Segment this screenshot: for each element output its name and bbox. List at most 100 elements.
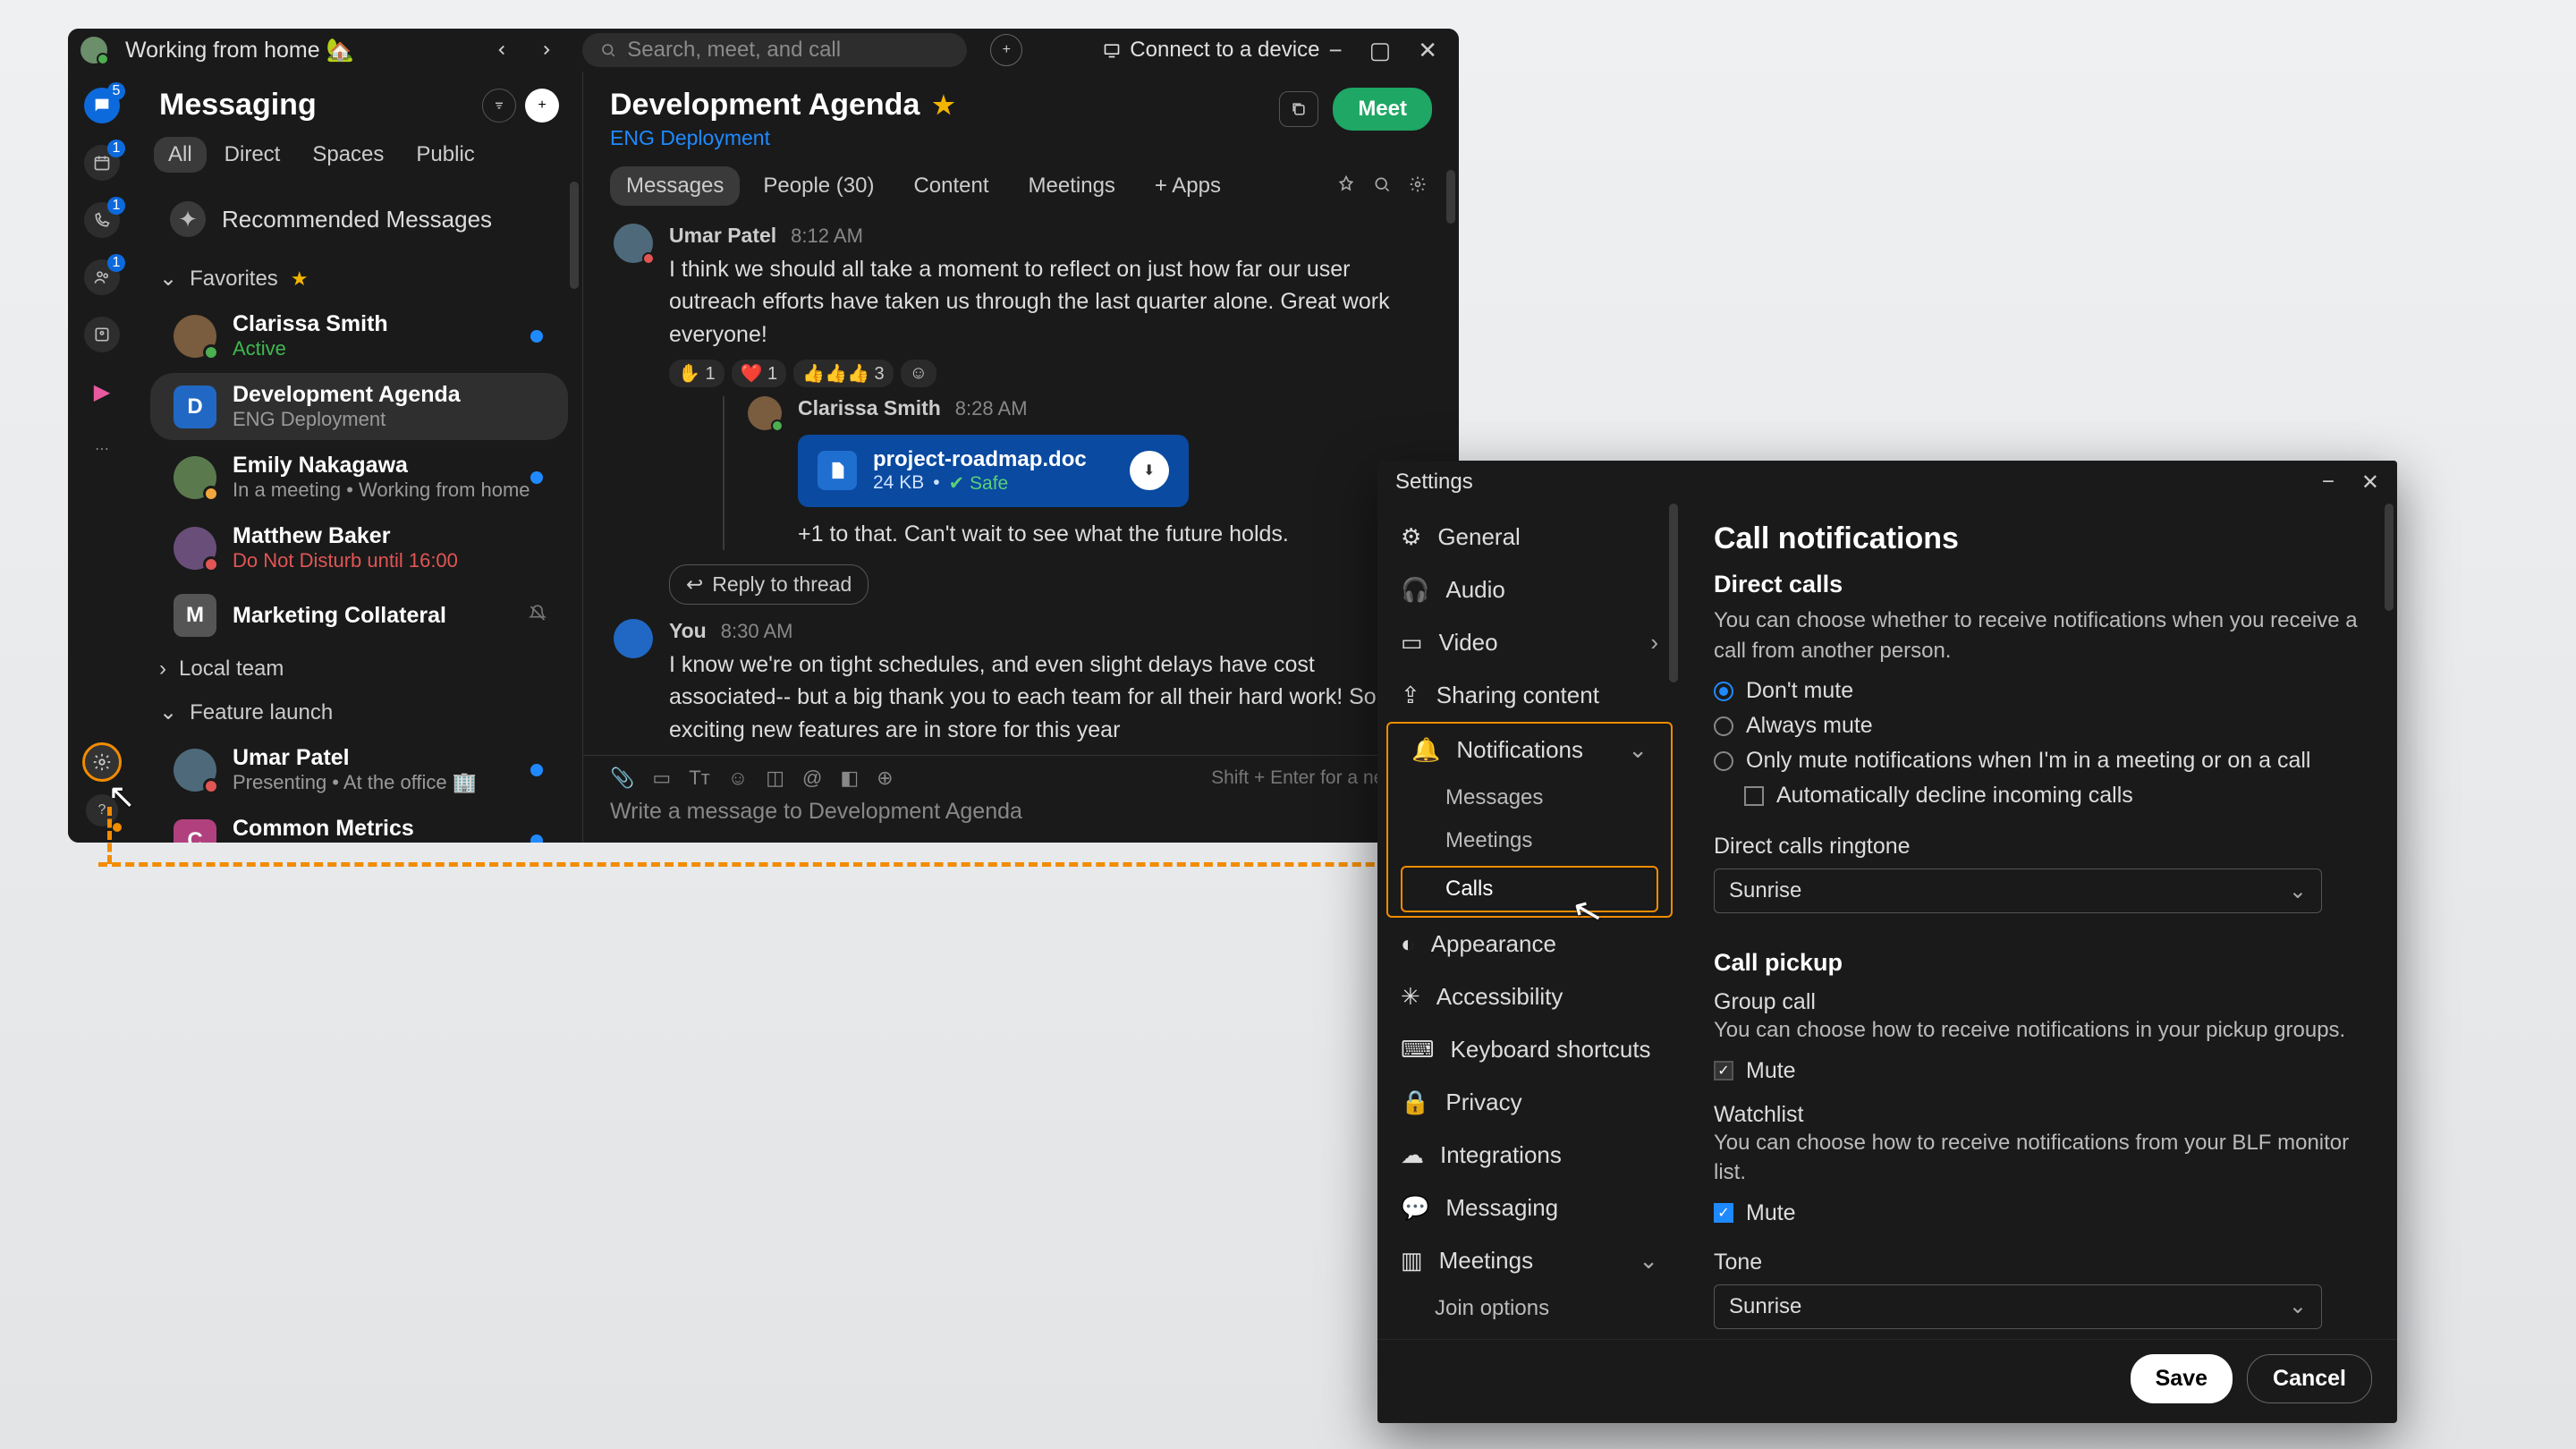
conv-development-agenda[interactable]: DDevelopment AgendaENG Deployment xyxy=(150,373,568,440)
rail-help-button[interactable]: ? xyxy=(86,794,118,826)
tab-messages[interactable]: Messages xyxy=(610,166,740,206)
nav-notif-messages[interactable]: Messages xyxy=(1388,776,1671,819)
tab-meetings[interactable]: Meetings xyxy=(1013,166,1131,206)
nav-back-button[interactable] xyxy=(484,32,520,68)
space-subtitle[interactable]: ENG Deployment xyxy=(610,126,954,150)
tab-people[interactable]: People (30) xyxy=(747,166,890,206)
conv-umar[interactable]: Umar PatelPresenting • At the office 🏢 xyxy=(150,736,568,803)
file-attachment[interactable]: project-roadmap.doc 24 KB • ✔ Safe ⬇ xyxy=(798,435,1189,507)
checkbox-decline[interactable]: Automatically decline incoming calls xyxy=(1744,783,2365,809)
conv-marketing[interactable]: MMarketing Collateral xyxy=(150,585,568,646)
window-close-button[interactable]: ✕ xyxy=(1418,37,1437,64)
sidebar-filter-button[interactable] xyxy=(482,89,516,123)
reaction[interactable]: ❤️ 1 xyxy=(732,360,787,387)
search-input[interactable]: Search, meet, and call xyxy=(582,33,967,67)
nav-privacy[interactable]: 🔒Privacy xyxy=(1377,1076,1682,1129)
rail-teams[interactable]: 1 xyxy=(84,259,120,295)
avatar[interactable] xyxy=(614,619,653,658)
sidebar-new-button[interactable]: + xyxy=(525,89,559,123)
avatar[interactable] xyxy=(748,396,782,430)
avatar[interactable] xyxy=(614,224,653,263)
attach-icon[interactable]: 📎 xyxy=(610,767,634,790)
self-status[interactable]: Working from home 🏡 xyxy=(125,38,354,64)
nav-meetings[interactable]: ▥Meetings⌄ xyxy=(1377,1234,1682,1287)
nav-sharing[interactable]: ⇪Sharing content xyxy=(1377,669,1682,722)
tab-spaces[interactable]: Spaces xyxy=(298,137,398,173)
screenshot-icon[interactable]: ▭ xyxy=(652,767,671,790)
unread-dot xyxy=(530,471,543,484)
emoji-icon[interactable]: ☺ xyxy=(728,767,748,790)
window-minimize-button[interactable]: − xyxy=(1328,37,1342,64)
dialog-minimize-button[interactable]: − xyxy=(2322,470,2334,496)
reaction[interactable]: 👍👍👍 3 xyxy=(793,360,893,387)
add-reaction[interactable]: ☺ xyxy=(901,360,936,387)
nav-messaging[interactable]: 💬Messaging xyxy=(1377,1182,1682,1234)
search-in-space-icon[interactable] xyxy=(1368,170,1396,203)
pin-icon[interactable] xyxy=(1332,170,1360,203)
conv-clarissa[interactable]: Clarissa SmithActive xyxy=(150,302,568,369)
rail-settings-button[interactable] xyxy=(82,742,122,782)
mention-icon[interactable]: @ xyxy=(802,767,822,790)
nav-appearance[interactable]: ◐Appearance xyxy=(1377,918,1682,970)
self-avatar[interactable] xyxy=(80,37,107,64)
new-action-button[interactable]: + xyxy=(990,34,1022,66)
conv-emily[interactable]: Emily NakagawaIn a meeting • Working fro… xyxy=(150,444,568,511)
tone-select[interactable]: Sunrise⌄ xyxy=(1714,1284,2322,1329)
settings-content-scrollbar[interactable] xyxy=(2385,504,2394,611)
nav-forward-button[interactable] xyxy=(529,32,564,68)
section-favorites[interactable]: ⌄ Favorites ★ xyxy=(136,257,582,301)
message-input[interactable]: Write a message to Development Agenda xyxy=(610,799,1432,825)
conv-matthew[interactable]: Matthew BakerDo Not Disturb until 16:00 xyxy=(150,514,568,581)
section-feature-launch[interactable]: ⌄Feature launch xyxy=(136,691,582,734)
radio-always-mute[interactable]: Always mute xyxy=(1714,713,2365,739)
radio-only-meeting[interactable]: Only mute notifications when I'm in a me… xyxy=(1714,748,2365,774)
rail-calendar[interactable]: 1 xyxy=(84,145,120,181)
reply-thread-button[interactable]: ↩ Reply to thread xyxy=(669,564,869,605)
recommended-messages[interactable]: ✦ Recommended Messages xyxy=(154,189,564,250)
tab-direct[interactable]: Direct xyxy=(210,137,295,173)
conv-common-metrics[interactable]: CCommon MetricsUsability research xyxy=(150,807,568,843)
nav-notifications[interactable]: 🔔Notifications⌄ xyxy=(1388,724,1671,776)
format-icon[interactable]: Tт xyxy=(689,767,710,790)
rail-apps[interactable]: ▶ xyxy=(84,374,120,410)
save-button[interactable]: Save xyxy=(2131,1354,2233,1403)
connect-device-button[interactable]: Connect to a device xyxy=(1103,38,1319,63)
rail-messaging[interactable]: 5 xyxy=(84,88,120,123)
nav-shortcuts[interactable]: ⌨Keyboard shortcuts xyxy=(1377,1023,1682,1076)
sidebar-scrollbar[interactable] xyxy=(570,182,579,289)
nav-audio[interactable]: 🎧Audio xyxy=(1377,564,1682,616)
checkbox-group-mute[interactable]: ✓Mute xyxy=(1714,1058,2365,1084)
ringtone-select[interactable]: Sunrise⌄ xyxy=(1714,869,2322,913)
window-maximize-button[interactable]: ▢ xyxy=(1369,37,1392,64)
nav-notif-meetings[interactable]: Meetings xyxy=(1388,819,1671,862)
nav-general[interactable]: ⚙General xyxy=(1377,511,1682,564)
rail-more[interactable]: ⋯ xyxy=(84,431,120,467)
content-heading: Call notifications xyxy=(1714,521,2365,556)
nav-integrations[interactable]: ☁Integrations xyxy=(1377,1129,1682,1182)
rail-calls[interactable]: 1 xyxy=(84,202,120,238)
rail-contacts[interactable] xyxy=(84,317,120,352)
meet-button[interactable]: Meet xyxy=(1333,88,1432,131)
space-settings-icon[interactable] xyxy=(1403,170,1432,203)
checkbox-watchlist-mute[interactable]: ✓Mute xyxy=(1714,1200,2365,1226)
nav-join-options[interactable]: Join options xyxy=(1377,1287,1682,1330)
nav-accessibility[interactable]: ✳Accessibility xyxy=(1377,970,1682,1023)
copy-link-button[interactable] xyxy=(1279,91,1318,127)
nav-video[interactable]: ▭Video› xyxy=(1377,616,1682,669)
download-button[interactable]: ⬇ xyxy=(1130,451,1169,490)
cancel-button[interactable]: Cancel xyxy=(2247,1354,2372,1403)
reaction[interactable]: ✋ 1 xyxy=(669,360,724,387)
nav-notif-calls[interactable]: Calls xyxy=(1401,866,1658,912)
gif-icon[interactable]: ◫ xyxy=(766,767,784,790)
tab-content[interactable]: Content xyxy=(897,166,1004,206)
tab-all[interactable]: All xyxy=(154,137,207,173)
section-local-team[interactable]: ›Local team xyxy=(136,648,582,691)
dialog-close-button[interactable]: ✕ xyxy=(2361,470,2379,496)
radio-dont-mute[interactable]: Don't mute xyxy=(1714,678,2365,704)
star-icon[interactable]: ★ xyxy=(932,90,954,120)
nav-calling[interactable]: ✆Calling⌄ xyxy=(1377,1330,1682,1339)
tab-public[interactable]: Public xyxy=(402,137,488,173)
bitmoji-icon[interactable]: ◧ xyxy=(840,767,859,790)
tab-add-apps[interactable]: + Apps xyxy=(1139,166,1237,206)
apps-icon[interactable]: ⊕ xyxy=(877,767,893,790)
